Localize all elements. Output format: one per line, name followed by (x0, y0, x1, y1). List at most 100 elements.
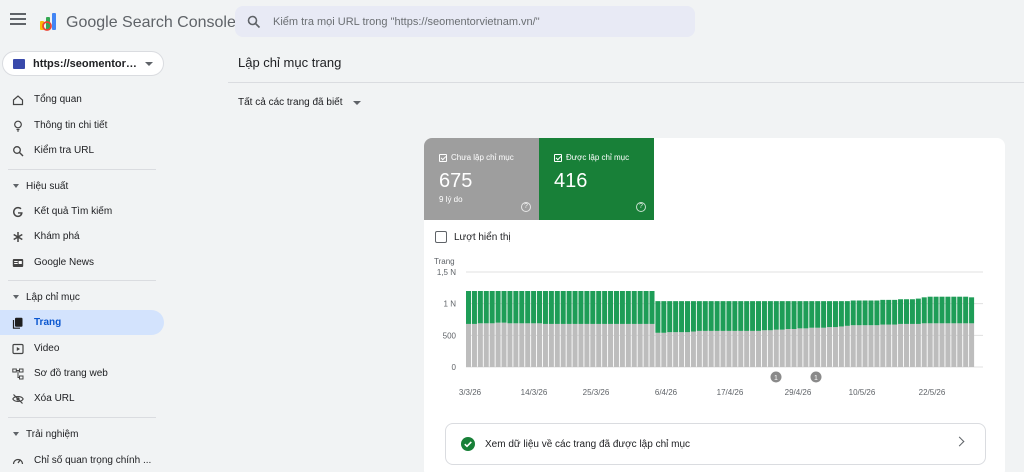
sidebar-divider (8, 417, 156, 418)
link-text: Xem dữ liệu về các trang đã được lập chỉ… (485, 438, 691, 450)
bar-indexed (892, 299, 898, 325)
metric-indexed[interactable]: Được lập chỉ mục 416 ? (539, 138, 654, 220)
bar-indexed (933, 296, 939, 324)
sidebar-item-label: Trang (34, 317, 62, 328)
bar-not-indexed (815, 327, 821, 367)
bar-not-indexed (915, 323, 921, 367)
bar-not-indexed (560, 323, 566, 367)
pages-icon (12, 317, 23, 329)
property-selector[interactable]: https://seomentorvietnam.vn/ (2, 51, 164, 76)
menu-icon[interactable] (10, 13, 26, 27)
bar-indexed (519, 291, 525, 324)
bar-not-indexed (909, 323, 915, 367)
sidebar-item-video[interactable]: Video (0, 336, 164, 361)
bar-not-indexed (856, 325, 862, 367)
sidebar-item-insights[interactable]: Thông tin chi tiết (0, 113, 164, 138)
sidebar-divider (8, 280, 156, 281)
chevron-down-icon (352, 100, 361, 105)
bar-not-indexed (898, 323, 904, 367)
bar-indexed (483, 291, 489, 324)
sidebar-section-experience[interactable]: Trải nghiệm (0, 424, 160, 444)
bar-indexed (927, 296, 933, 324)
bar-indexed (898, 299, 904, 324)
bar-indexed (963, 296, 969, 324)
bar-indexed (477, 291, 483, 324)
sidebar-section-indexing[interactable]: Lập chỉ mục (0, 287, 160, 307)
bar-indexed (832, 301, 838, 328)
metric-not-indexed[interactable]: Chưa lập chỉ mục 675 9 lý do ? (424, 138, 539, 220)
sidebar-item-overview[interactable]: Tổng quan (0, 87, 164, 112)
title-divider (228, 82, 1024, 83)
sidebar-item-label: Google News (34, 257, 95, 268)
bar-indexed (773, 301, 779, 330)
sidebar-item-discover[interactable]: Khám phá (0, 224, 164, 249)
sidebar-section-performance[interactable]: Hiệu suất (0, 176, 160, 196)
bar-indexed (903, 299, 909, 324)
sidebar-item-url-inspection[interactable]: Kiểm tra URL (0, 138, 164, 163)
sidebar-item-pages[interactable]: Trang (0, 310, 164, 335)
sidebar-item-removals[interactable]: Xóa URL (0, 386, 164, 411)
bar-indexed (791, 301, 797, 329)
sidebar-item-core-web-vitals[interactable]: Chỉ số quan trọng chính ... (0, 448, 164, 472)
search-placeholder[interactable]: Kiểm tra mọi URL trong "https://seomento… (273, 16, 540, 28)
sidebar-item-google-news[interactable]: Google News (0, 250, 164, 275)
bar-not-indexed (625, 323, 631, 367)
bar-indexed (507, 291, 513, 324)
bar-not-indexed (649, 323, 655, 367)
bar-not-indexed (584, 323, 590, 367)
bar-indexed (548, 291, 554, 324)
metric-label: Được lập chỉ mục (566, 153, 630, 162)
bar-indexed (886, 299, 892, 325)
search-icon (13, 145, 24, 156)
bar-indexed (726, 301, 732, 331)
bar-not-indexed (619, 323, 625, 367)
pages-chart: Trang 0 500 1 N 1,5 N 3/3/26 14/3/26 25/3/26 6/4… (434, 257, 983, 397)
bar-not-indexed (661, 332, 667, 367)
help-icon[interactable]: ? (636, 202, 646, 212)
bar-not-indexed (779, 329, 785, 367)
bar-not-indexed (566, 323, 572, 367)
search-icon (247, 15, 261, 28)
checkbox-icon[interactable] (554, 153, 562, 162)
x-tick-label: 10/5/26 (849, 388, 876, 397)
bar-indexed (951, 296, 957, 324)
url-inspect-search[interactable]: Kiểm tra mọi URL trong "https://seomento… (235, 6, 695, 37)
bar-not-indexed (696, 330, 702, 367)
sidebar-item-search-results[interactable]: Kết quả Tìm kiếm (0, 199, 164, 224)
bar-indexed (862, 300, 868, 326)
bar-indexed (542, 291, 548, 324)
sidebar-item-label: Kết quả Tìm kiếm (34, 206, 113, 217)
bar-indexed (649, 291, 655, 324)
sidebar-item-sitemaps[interactable]: Sơ đồ trang web (0, 361, 164, 386)
bar-indexed (708, 301, 714, 331)
bar-not-indexed (933, 323, 939, 367)
bar-not-indexed (554, 323, 560, 367)
y-tick-label: 1 N (444, 300, 457, 309)
bar-not-indexed (507, 323, 513, 367)
checkbox-icon[interactable] (435, 231, 447, 243)
bar-not-indexed (477, 323, 483, 367)
bar-indexed (690, 301, 696, 332)
bar-indexed (767, 301, 773, 331)
impressions-toggle[interactable]: Lượt hiển thị (435, 231, 511, 243)
bar-not-indexed (643, 323, 649, 367)
bar-indexed (625, 291, 631, 324)
bar-indexed (874, 300, 880, 326)
bar-indexed (531, 291, 537, 324)
bar-not-indexed (525, 323, 531, 367)
bar-not-indexed (939, 323, 945, 367)
pages-filter-dropdown[interactable]: Tất cả các trang đã biết (238, 97, 361, 108)
bar-not-indexed (886, 324, 892, 367)
section-label: Lập chỉ mục (26, 291, 80, 303)
checkbox-icon[interactable] (439, 153, 447, 162)
bar-not-indexed (732, 330, 738, 367)
help-icon[interactable]: ? (521, 202, 531, 212)
bar-indexed (815, 301, 821, 328)
bar-indexed (679, 301, 685, 333)
bar-indexed (803, 301, 809, 329)
bar-indexed (850, 300, 856, 326)
bar-not-indexed (969, 323, 975, 367)
view-indexed-pages-link[interactable]: Xem dữ liệu về các trang đã được lập chỉ… (445, 423, 986, 465)
bar-indexed (466, 291, 472, 324)
bar-indexed (856, 300, 862, 326)
